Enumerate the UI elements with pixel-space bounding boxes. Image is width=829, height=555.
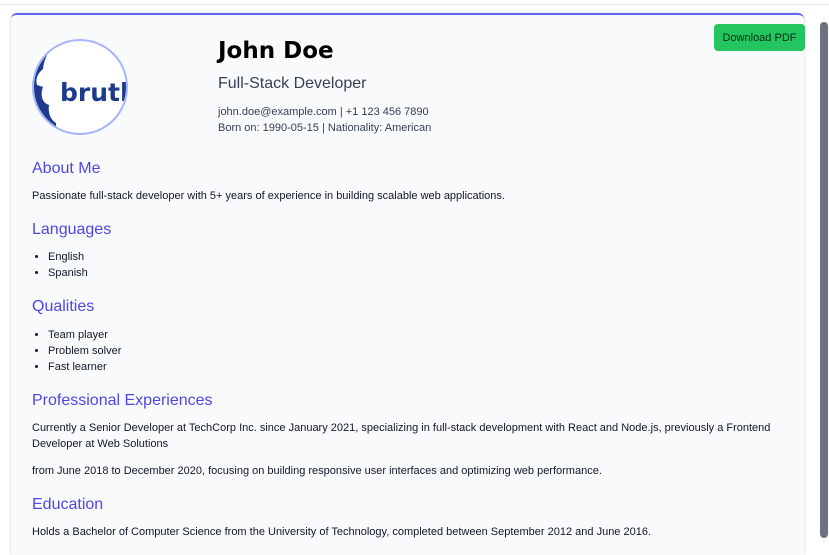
- experience-text-continued: from June 2018 to December 2020, focusin…: [32, 465, 602, 477]
- languages-heading: Languages: [32, 221, 112, 238]
- page-scrollbar[interactable]: [820, 22, 828, 538]
- download-pdf-button[interactable]: Download PDF: [714, 24, 805, 51]
- experience-text: Currently a Senior Developer at TechCorp…: [32, 422, 771, 450]
- list-item: Team player: [48, 327, 121, 343]
- list-item: English: [48, 249, 88, 265]
- qualities-list: Team player Problem solver Fast learner: [32, 327, 121, 375]
- birth-nationality-info: Born on: 1990-05-15 | Nationality: Ameri…: [218, 122, 432, 134]
- education-heading: Education: [32, 496, 104, 513]
- candidate-name: John Doe: [218, 38, 334, 64]
- list-item: Fast learner: [48, 359, 121, 375]
- about-heading: About Me: [32, 160, 101, 177]
- languages-list: English Spanish: [32, 249, 88, 281]
- logo-text: brutl: [60, 78, 126, 107]
- resume-card: brutl John Doe Full-Stack Developer john…: [11, 13, 804, 555]
- list-item: Problem solver: [48, 343, 121, 359]
- contact-info: john.doe@example.com | +1 123 456 7890: [218, 106, 429, 118]
- browser-top-edge: [0, 0, 829, 5]
- experience-heading: Professional Experiences: [32, 392, 213, 409]
- about-text: Passionate full-stack developer with 5+ …: [32, 190, 505, 202]
- qualities-heading: Qualities: [32, 298, 95, 315]
- brutl-logo-icon: brutl: [34, 41, 126, 133]
- candidate-role: Full-Stack Developer: [218, 75, 367, 92]
- profile-avatar: brutl: [32, 39, 128, 135]
- list-item: Spanish: [48, 265, 88, 281]
